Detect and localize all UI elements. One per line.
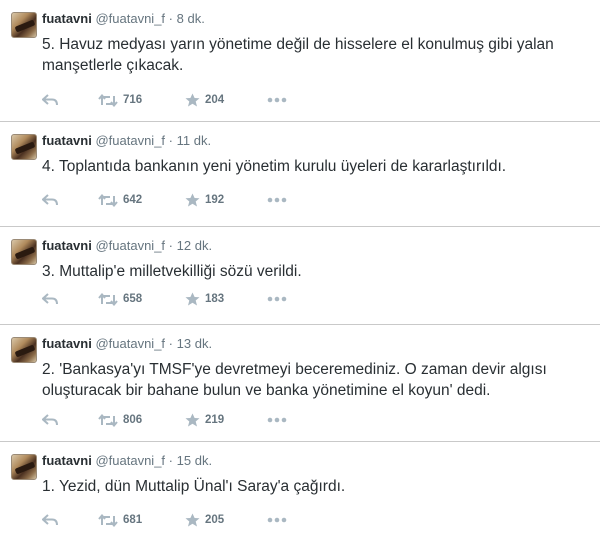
favorite-count: 192 (205, 194, 225, 206)
separator-dot: · (168, 133, 174, 148)
favorite-button[interactable]: 204 (185, 92, 224, 108)
timestamp[interactable]: 8 dk. (177, 11, 205, 26)
avatar[interactable] (11, 239, 37, 265)
user-name[interactable]: fuatavni (42, 336, 92, 351)
retweet-button[interactable]: 716 (98, 92, 142, 108)
retweet-count: 658 (123, 293, 143, 305)
user-handle[interactable]: @fuatavni_f (95, 11, 165, 26)
avatar[interactable] (11, 454, 37, 480)
retweet-button[interactable]: 658 (98, 291, 142, 307)
favorite-count: 205 (205, 514, 225, 526)
favorite-button[interactable]: 205 (185, 512, 224, 528)
timestamp[interactable]: 15 dk. (177, 453, 212, 468)
user-handle[interactable]: @fuatavni_f (95, 336, 165, 351)
separator-dot: · (168, 11, 174, 26)
reply-button[interactable] (42, 412, 58, 428)
retweet-button[interactable]: 806 (98, 412, 142, 428)
retweet-count: 806 (123, 414, 143, 426)
separator-dot: · (168, 336, 174, 351)
favorite-button[interactable]: 192 (185, 192, 224, 208)
separator-dot: · (168, 238, 174, 253)
retweet-count: 681 (123, 514, 143, 526)
reply-button[interactable] (42, 291, 58, 307)
favorite-count: 183 (205, 293, 225, 305)
more-dots-icon (267, 517, 287, 523)
user-name[interactable]: fuatavni (42, 11, 92, 26)
retweet-button[interactable]: 642 (98, 192, 142, 208)
user-name[interactable]: fuatavni (42, 133, 92, 148)
star-icon (185, 93, 200, 107)
timestamp[interactable]: 11 dk. (177, 133, 211, 148)
tweet-header: fuatavni @fuatavni_f · 11 dk. (42, 133, 211, 148)
favorite-count: 204 (205, 94, 225, 106)
reply-icon (42, 194, 58, 206)
retweet-count: 716 (123, 94, 143, 106)
tweet: fuatavni @fuatavni_f · 12 dk. 3. Muttali… (0, 227, 600, 325)
user-handle[interactable]: @fuatavni_f (95, 133, 165, 148)
more-button[interactable] (267, 412, 287, 428)
reply-icon (42, 514, 58, 526)
tweet: fuatavni @fuatavni_f · 8 dk. 5. Havuz me… (0, 0, 600, 122)
retweet-button[interactable]: 681 (98, 512, 142, 528)
tweet: fuatavni @fuatavni_f · 15 dk. 1. Yezid, … (0, 442, 600, 545)
reply-button[interactable] (42, 192, 58, 208)
tweet-header: fuatavni @fuatavni_f · 13 dk. (42, 336, 212, 351)
more-button[interactable] (267, 512, 287, 528)
more-button[interactable] (267, 192, 287, 208)
tweet-text: 4. Toplantıda bankanın yeni yönetim kuru… (42, 158, 507, 175)
more-dots-icon (267, 417, 287, 423)
star-icon (185, 413, 200, 427)
tweet-header: fuatavni @fuatavni_f · 12 dk. (42, 238, 212, 253)
tweet-text: 1. Yezid, dün Muttalip Ünal'ı Saray'a ça… (42, 478, 346, 495)
more-dots-icon (267, 97, 287, 103)
tweet: fuatavni @fuatavni_f · 13 dk. 2. 'Bankas… (0, 325, 600, 442)
tweet-text: 2. 'Bankasya'yı TMSF'ye devretmeyi becer… (42, 361, 547, 399)
timestamp[interactable]: 13 dk. (177, 336, 212, 351)
avatar[interactable] (11, 134, 37, 160)
avatar[interactable] (11, 337, 37, 363)
tweet-text: 5. Havuz medyası yarın yönetime değil de… (42, 36, 554, 74)
retweet-icon (98, 193, 118, 207)
avatar[interactable] (11, 12, 37, 38)
retweet-icon (98, 292, 118, 306)
more-dots-icon (267, 197, 287, 203)
favorite-count: 219 (205, 414, 225, 426)
timestamp[interactable]: 12 dk. (177, 238, 212, 253)
tweet-header: fuatavni @fuatavni_f · 8 dk. (42, 11, 205, 26)
star-icon (185, 193, 200, 207)
reply-button[interactable] (42, 92, 58, 108)
retweet-icon (98, 93, 118, 107)
reply-icon (42, 94, 58, 106)
tweet-header: fuatavni @fuatavni_f · 15 dk. (42, 453, 212, 468)
reply-icon (42, 414, 58, 426)
more-button[interactable] (267, 291, 287, 307)
more-button[interactable] (267, 92, 287, 108)
reply-button[interactable] (42, 512, 58, 528)
retweet-icon (98, 513, 118, 527)
user-handle[interactable]: @fuatavni_f (95, 238, 165, 253)
separator-dot: · (168, 453, 174, 468)
more-dots-icon (267, 296, 287, 302)
retweet-count: 642 (123, 194, 143, 206)
star-icon (185, 513, 200, 527)
favorite-button[interactable]: 219 (185, 412, 224, 428)
user-name[interactable]: fuatavni (42, 238, 92, 253)
tweet: fuatavni @fuatavni_f · 11 dk. 4. Toplant… (0, 122, 600, 227)
tweet-text: 3. Muttalip'e milletvekilliği sözü veril… (42, 263, 302, 280)
reply-icon (42, 293, 58, 305)
star-icon (185, 292, 200, 306)
retweet-icon (98, 413, 118, 427)
favorite-button[interactable]: 183 (185, 291, 224, 307)
tweet-feed: fuatavni @fuatavni_f · 8 dk. 5. Havuz me… (0, 0, 600, 545)
user-name[interactable]: fuatavni (42, 453, 92, 468)
user-handle[interactable]: @fuatavni_f (95, 453, 165, 468)
